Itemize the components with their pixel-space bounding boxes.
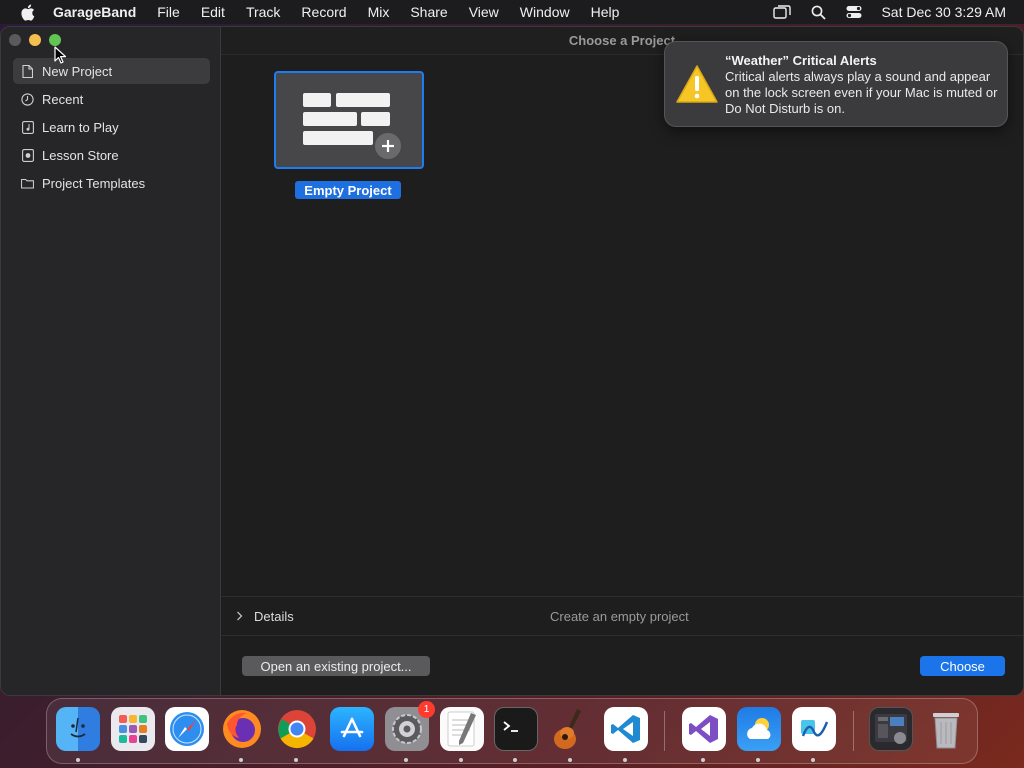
document-icon	[21, 64, 34, 78]
menu-share[interactable]: Share	[410, 4, 447, 20]
plus-icon	[373, 131, 403, 161]
freeform-icon[interactable]	[792, 707, 836, 751]
sidebar: New Project Recent Learn to Play Lesson …	[1, 27, 221, 695]
running-indicator	[459, 758, 463, 762]
dock-separator	[853, 711, 854, 751]
open-existing-project-button[interactable]: Open an existing project...	[242, 656, 430, 676]
sidebar-item-label: Learn to Play	[42, 119, 119, 135]
vscode-icon[interactable]	[604, 707, 648, 751]
details-bar: Details Create an empty project	[222, 596, 1023, 636]
menu-app-name[interactable]: GarageBand	[53, 4, 136, 20]
details-toggle[interactable]: Details	[254, 609, 294, 624]
running-indicator	[756, 758, 760, 762]
critical-alerts-notification[interactable]: “Weather” Critical Alerts Critical alert…	[664, 41, 1008, 127]
running-indicator	[568, 758, 572, 762]
running-indicator	[294, 758, 298, 762]
sidebar-item-label: Project Templates	[42, 175, 146, 191]
visual-studio-icon[interactable]	[682, 707, 726, 751]
weather-icon[interactable]	[737, 707, 781, 751]
tile-graphic-bar	[303, 131, 373, 145]
folder-icon	[21, 177, 34, 190]
project-content-area: Empty Project Details Create an empty pr…	[222, 55, 1023, 695]
empty-project-tile[interactable]	[274, 71, 424, 169]
close-window-button[interactable]	[9, 34, 21, 46]
trash-icon[interactable]	[924, 707, 968, 751]
system-settings-icon[interactable]: 1	[385, 701, 435, 751]
running-indicator	[513, 758, 517, 762]
warning-icon	[676, 65, 718, 103]
apple-menu-icon[interactable]	[17, 2, 37, 22]
notification-body: Critical alerts always play a sound and …	[725, 69, 998, 116]
project-description: Create an empty project	[550, 608, 689, 624]
menu-file[interactable]: File	[157, 4, 180, 20]
learn-icon	[21, 120, 34, 134]
menu-window[interactable]: Window	[520, 4, 570, 20]
notification-title: “Weather” Critical Alerts	[725, 53, 877, 68]
menu-edit[interactable]: Edit	[201, 4, 225, 20]
notification-badge: 1	[418, 701, 435, 718]
safari-icon[interactable]	[165, 707, 209, 751]
running-indicator	[701, 758, 705, 762]
tile-graphic-bar	[361, 112, 390, 126]
sidebar-list: New Project Recent Learn to Play Lesson …	[13, 58, 210, 198]
menu-help[interactable]: Help	[591, 4, 620, 20]
menu-record[interactable]: Record	[301, 4, 346, 20]
sidebar-item-new-project[interactable]: New Project	[13, 58, 210, 84]
sidebar-item-label: Lesson Store	[42, 147, 119, 163]
running-indicator	[76, 758, 80, 762]
tile-graphic-bar	[303, 93, 331, 107]
tile-graphic-bar	[336, 93, 390, 107]
running-indicator	[811, 758, 815, 762]
store-icon	[21, 148, 34, 162]
sidebar-item-label: Recent	[42, 91, 84, 107]
sidebar-item-project-templates[interactable]: Project Templates	[13, 170, 210, 196]
dock-separator	[664, 711, 665, 751]
clock-icon	[21, 92, 34, 106]
app-store-icon[interactable]	[330, 707, 374, 751]
sidebar-item-learn-to-play[interactable]: Learn to Play	[13, 114, 210, 140]
terminal-icon[interactable]	[494, 707, 538, 751]
empty-project-label[interactable]: Empty Project	[295, 181, 401, 199]
sidebar-item-recent[interactable]: Recent	[13, 86, 210, 112]
menu-view[interactable]: View	[469, 4, 499, 20]
sidebar-item-lesson-store[interactable]: Lesson Store	[13, 142, 210, 168]
menu-bar-clock[interactable]: Sat Dec 30 3:29 AM	[881, 4, 1006, 20]
minimize-window-button[interactable]	[29, 34, 41, 46]
running-indicator	[404, 758, 408, 762]
garageband-icon[interactable]	[549, 707, 593, 751]
menu-track[interactable]: Track	[246, 4, 280, 20]
chevron-right-icon[interactable]	[236, 611, 246, 621]
choose-button[interactable]: Choose	[920, 656, 1005, 676]
mouse-pointer-icon	[54, 46, 67, 64]
menu-bar-extras: Sat Dec 30 3:29 AM	[773, 0, 1006, 24]
screen-mirroring-icon[interactable]	[773, 4, 792, 20]
launchpad-icon[interactable]	[111, 707, 155, 751]
running-indicator	[623, 758, 627, 762]
spotlight-search-icon[interactable]	[809, 4, 827, 20]
menu-bar: GarageBand File Edit Track Record Mix Sh…	[0, 0, 1024, 24]
chrome-icon[interactable]	[275, 707, 319, 751]
finder-icon[interactable]	[56, 707, 100, 751]
dock: 1	[46, 698, 978, 764]
downloads-stack-icon[interactable]	[869, 707, 913, 751]
running-indicator	[239, 758, 243, 762]
window-controls	[9, 34, 61, 46]
sidebar-item-label: New Project	[42, 63, 113, 79]
zoom-window-button[interactable]	[49, 34, 61, 46]
firefox-icon[interactable]	[220, 707, 264, 751]
menu-mix[interactable]: Mix	[368, 4, 390, 20]
textedit-icon[interactable]	[440, 707, 484, 751]
control-center-icon[interactable]	[845, 4, 863, 20]
tile-graphic-bar	[303, 112, 357, 126]
